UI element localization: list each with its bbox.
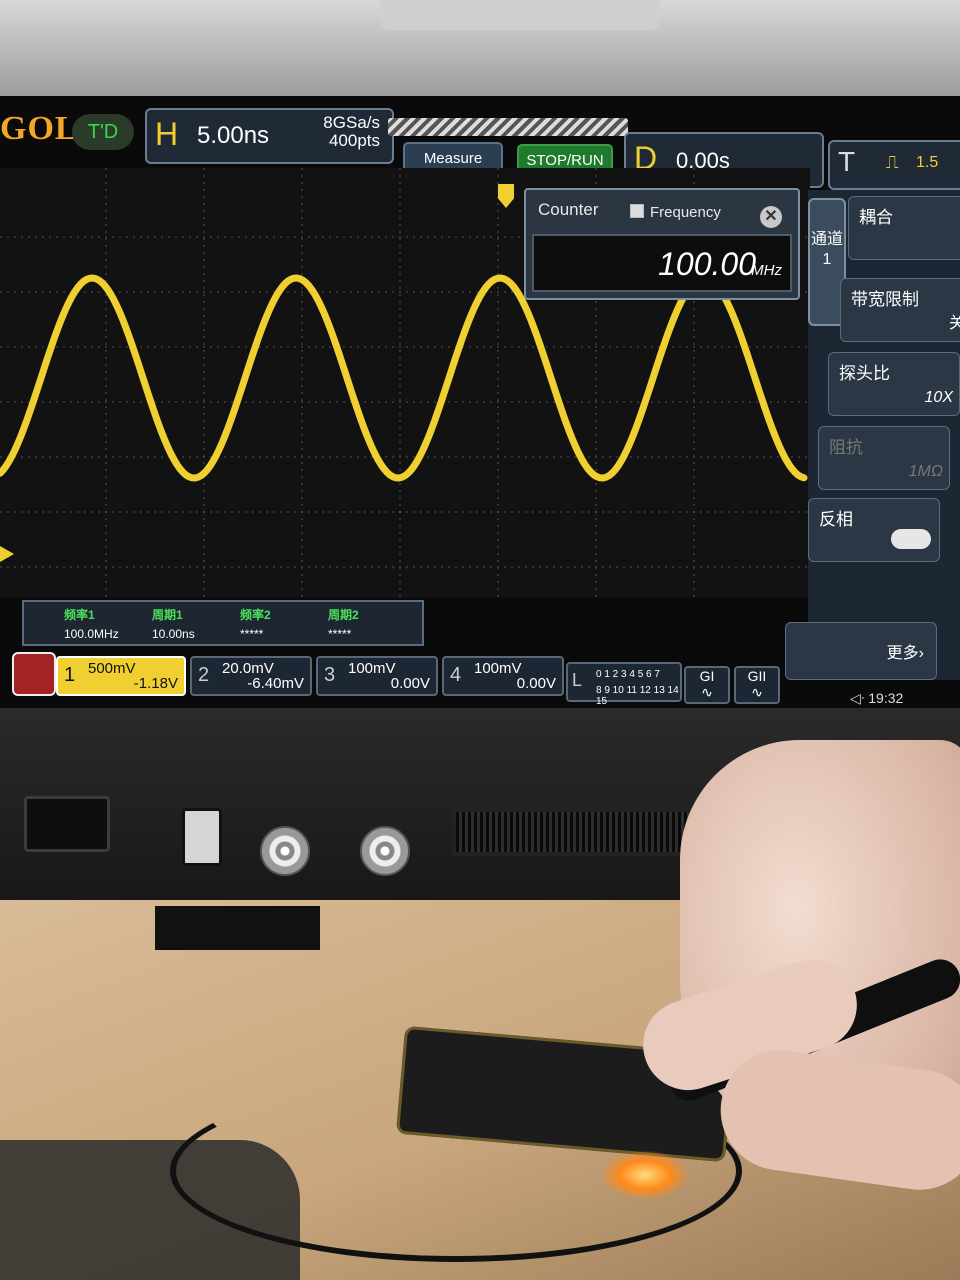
channel-number: 4 (450, 664, 462, 686)
measurement-item: 周期2 ***** (328, 606, 416, 641)
channel-offset: 0.00V (516, 675, 556, 692)
menu-more[interactable]: 更多› (785, 622, 937, 680)
probe-value: 10X (924, 389, 953, 406)
timebase-value: 5.00ns (197, 122, 270, 149)
trigger-position-bar[interactable] (388, 118, 628, 136)
generator-2-button[interactable]: GII ∿ (734, 666, 780, 704)
channel-offset: 0.00V (390, 675, 430, 692)
counter-panel: Counter Frequency ✕ 100.00 MHz (524, 188, 800, 300)
channel-scale: 500mV (88, 660, 136, 677)
generator-1-button[interactable]: GI ∿ (684, 666, 730, 704)
logic-bits-row: 0 1 2 3 4 5 6 7 (596, 669, 660, 680)
channel-3-button[interactable]: 3 100mV 0.00V (316, 656, 438, 696)
measurement-name: 周期1 (152, 608, 183, 622)
brand-logo: GOL (0, 110, 79, 147)
sine-wave-icon: ∿ (751, 684, 763, 700)
measurement-value: ***** (240, 627, 264, 641)
bnc-connector[interactable] (260, 826, 310, 876)
menu-bandwidth-limit[interactable]: 带宽限制 关 (840, 278, 960, 342)
oscilloscope-bezel (0, 0, 960, 100)
measurement-value: 100.0MHz (64, 627, 119, 641)
t-letter: T (838, 146, 856, 177)
measurement-name: 频率2 (240, 608, 271, 622)
counter-display: 100.00 MHz (532, 234, 792, 292)
counter-unit: MHz (751, 262, 782, 279)
logic-letter: L (572, 670, 583, 690)
invert-label: 反相 (819, 510, 853, 529)
sample-rate: 8GSa/s (323, 113, 380, 132)
channel-offset: -1.18V (133, 675, 178, 692)
sample-info: 8GSa/s 400pts (323, 114, 380, 150)
scope-stand (155, 906, 320, 950)
clock-time: 19:32 (868, 690, 904, 706)
menu-probe-ratio[interactable]: 探头比 10X (828, 352, 960, 416)
bw-limit-label: 带宽限制 (851, 290, 919, 309)
generator-label: GII (747, 668, 767, 684)
impedance-value: 1MΩ (908, 463, 943, 480)
led-glow (600, 1150, 690, 1200)
counter-title: Counter (538, 200, 599, 219)
bw-limit-value: 关 (948, 315, 960, 332)
more-label: 更多› (886, 645, 924, 662)
channel-number: 1 (64, 664, 76, 686)
channel-1-button[interactable]: 1 500mV -1.18V (56, 656, 186, 696)
channel-number: 3 (324, 664, 336, 686)
channel-scale: 100mV (348, 660, 396, 677)
generator-label: GI (699, 668, 715, 684)
measurement-value: 10.00ns (152, 627, 195, 641)
h-letter: H (155, 116, 179, 152)
impedance-label: 阻抗 (829, 438, 863, 457)
channel-number: 2 (198, 664, 210, 686)
coupling-label: 耦合 (859, 208, 893, 227)
probe-label: 探头比 (839, 364, 890, 383)
home-menu-button[interactable] (12, 652, 56, 696)
measurement-value: ***** (328, 627, 352, 641)
horizontal-settings[interactable]: H 5.00ns 8GSa/s 400pts (145, 108, 394, 164)
menu-impedance[interactable]: 阻抗 1MΩ (818, 426, 950, 490)
logic-bits-row: 8 9 10 11 12 13 14 15 (596, 685, 679, 707)
close-icon[interactable]: ✕ (760, 206, 782, 228)
counter-value: 100.00 (658, 246, 756, 282)
td-button[interactable]: T'D (72, 114, 134, 150)
power-switch[interactable] (24, 796, 110, 852)
logic-channels-button[interactable]: L 0 1 2 3 4 5 6 7 8 9 10 11 12 13 14 15 (566, 662, 682, 707)
invert-toggle[interactable] (891, 529, 931, 549)
measurement-strip[interactable]: 频率1 100.0MHz 周期1 10.00ns 频率2 ***** 周期2 *… (22, 600, 424, 646)
trigger-level: 1.5 (916, 154, 939, 171)
menu-coupling[interactable]: 耦合 (848, 196, 960, 260)
frequency-checkbox[interactable] (630, 204, 644, 218)
usb-port[interactable] (182, 808, 222, 866)
ch1-waveform (0, 274, 808, 482)
measurement-item: 周期1 10.00ns (152, 606, 240, 641)
channel-offset: -6.40mV (247, 675, 304, 692)
channel-4-button[interactable]: 4 100mV 0.00V (442, 656, 564, 696)
chevron-right-icon: › (918, 645, 924, 662)
channel-scale: 100mV (474, 660, 522, 677)
frequency-label: Frequency (650, 204, 721, 221)
bnc-connector[interactable] (360, 826, 410, 876)
measurement-name: 频率1 (64, 608, 95, 622)
channel-2-button[interactable]: 2 20.0mV -6.40mV (190, 656, 312, 696)
clock: ◁ᐧ 19:32 (850, 690, 903, 707)
memory-depth: 400pts (328, 131, 380, 150)
measurement-name: 周期2 (328, 608, 359, 622)
menu-invert[interactable]: 反相 (808, 498, 940, 562)
trigger-settings[interactable]: T ⎍ 1.5 (828, 140, 960, 190)
speaker-icon: ◁ᐧ (850, 690, 865, 706)
sine-wave-icon: ∿ (701, 684, 713, 700)
rising-edge-icon: ⎍ (886, 152, 899, 172)
measurement-item: 频率1 100.0MHz (64, 606, 152, 641)
measurement-item: 频率2 ***** (240, 606, 328, 641)
